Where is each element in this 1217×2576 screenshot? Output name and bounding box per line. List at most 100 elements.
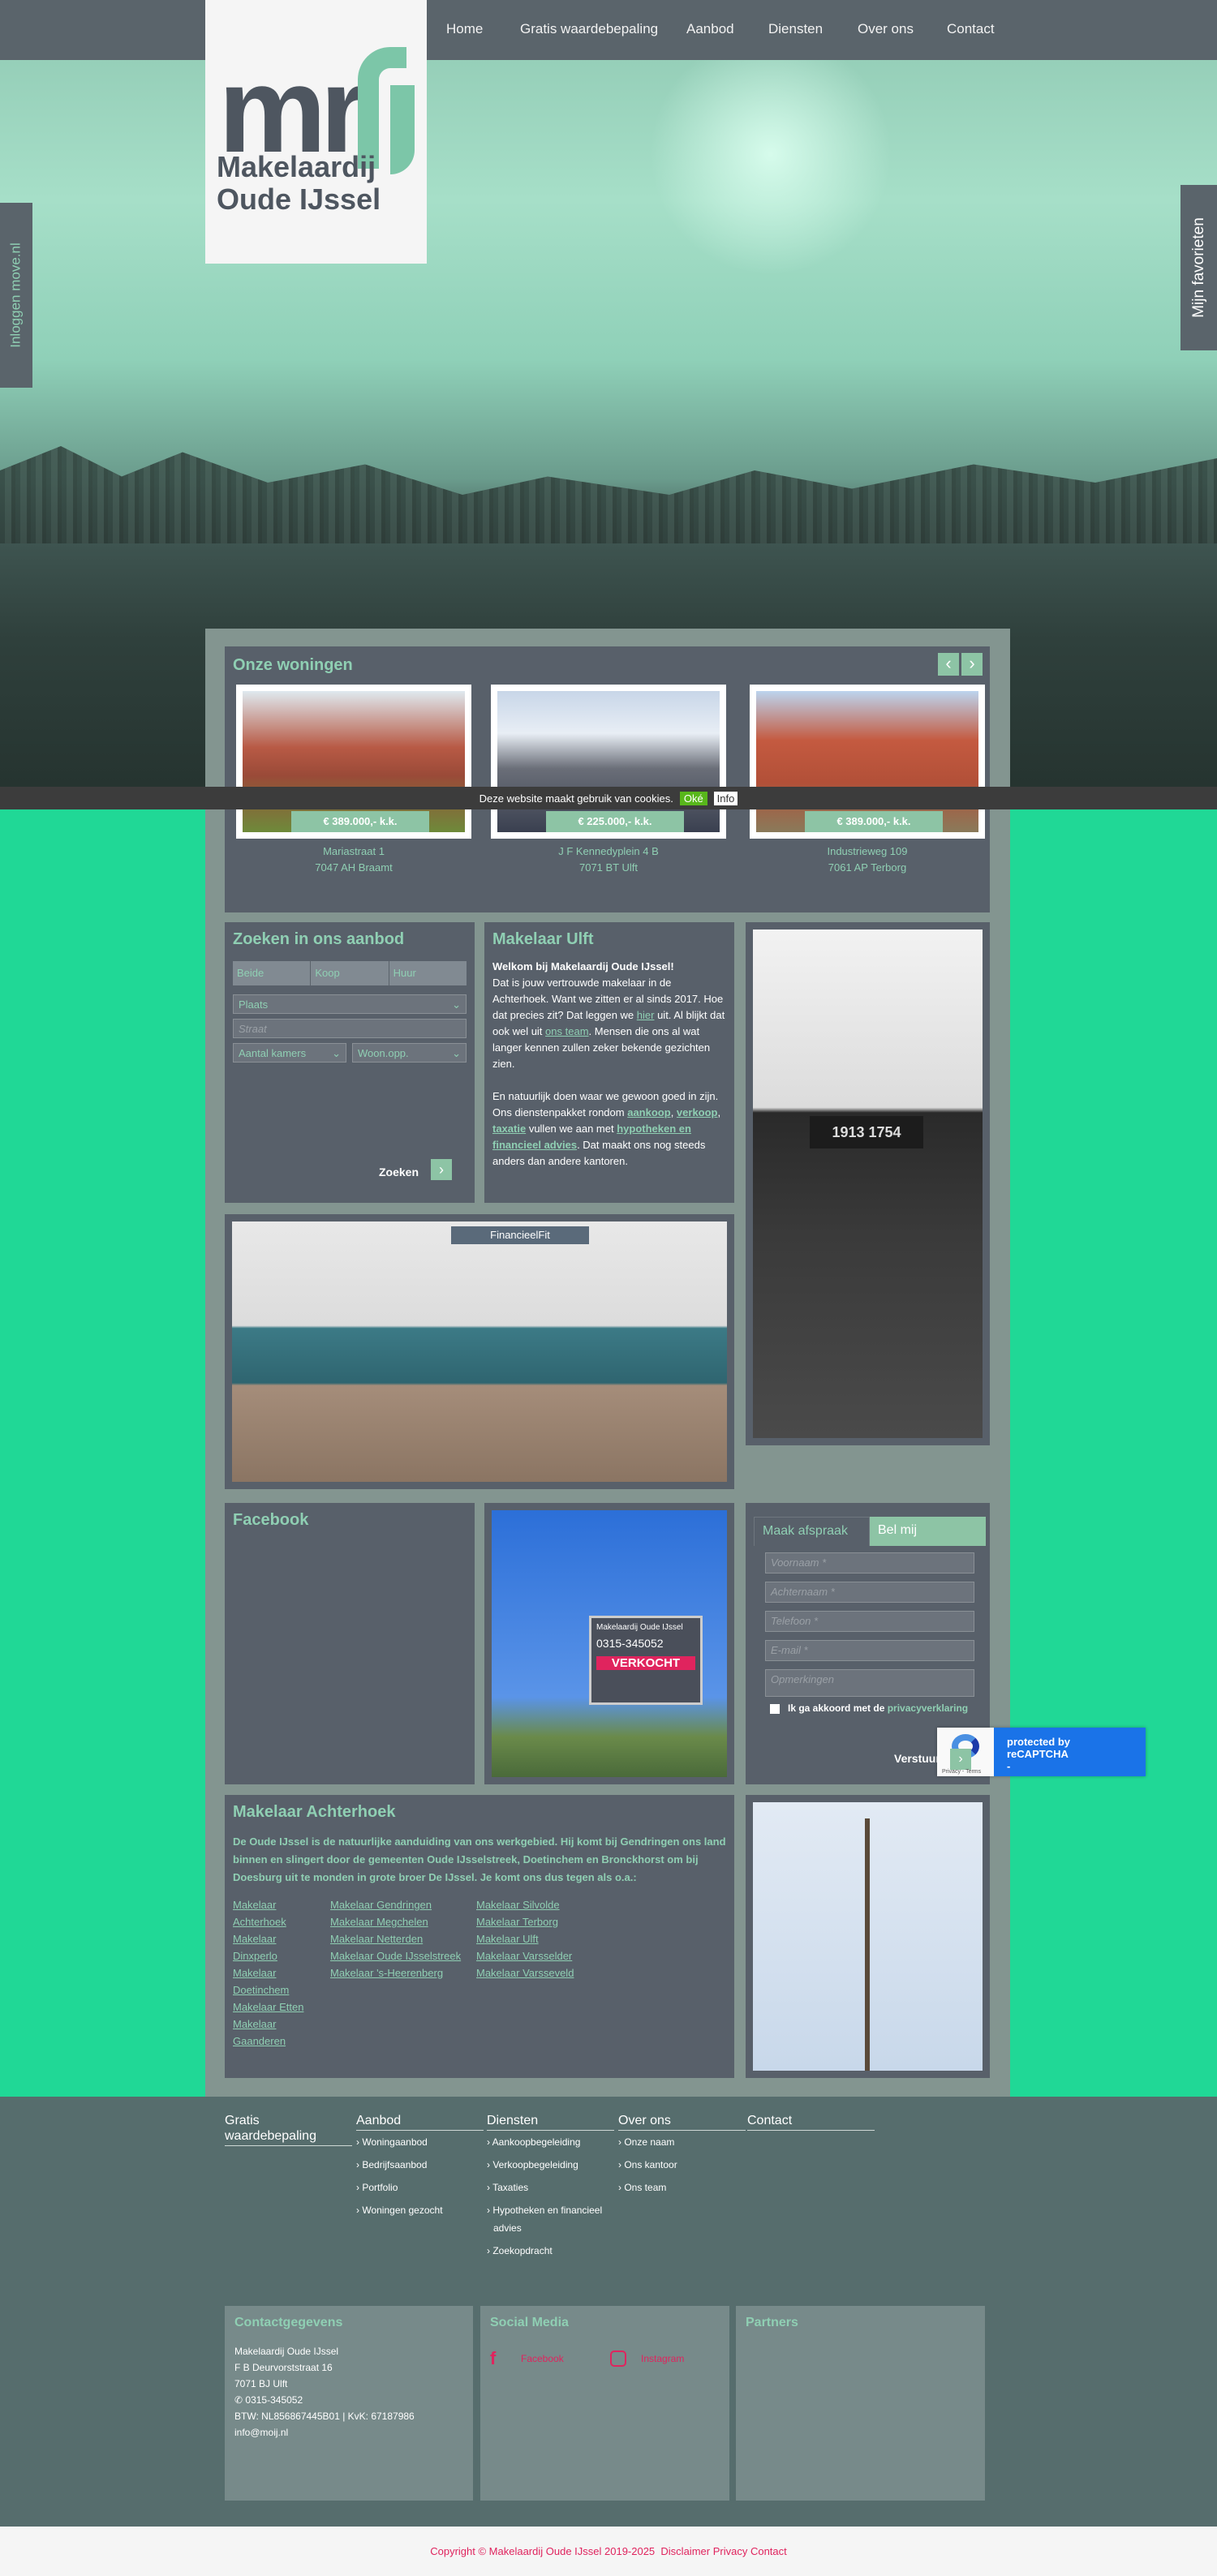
tab-koop[interactable]: Koop bbox=[311, 961, 389, 985]
city-link[interactable]: Makelaar Etten bbox=[233, 1999, 317, 2016]
login-move-tab[interactable]: Inloggen move.nl bbox=[0, 203, 32, 388]
logo[interactable]: mr Makelaardij Oude IJssel bbox=[205, 0, 427, 264]
submit-arrow-icon[interactable]: › bbox=[950, 1749, 971, 1770]
link-taxatie[interactable]: taxatie bbox=[492, 1123, 526, 1135]
city-link[interactable]: Makelaar Achterhoek bbox=[233, 1896, 317, 1930]
nav-diensten[interactable]: Diensten bbox=[768, 21, 823, 37]
city-link[interactable]: Makelaar Dinxperlo bbox=[233, 1930, 317, 1964]
opmerkingen-textarea[interactable]: Opmerkingen bbox=[765, 1669, 974, 1697]
recaptcha-privacy[interactable]: Privacy bbox=[942, 1769, 961, 1775]
recaptcha-badge[interactable]: › Privacy - Terms protected by reCAPTCHA… bbox=[937, 1728, 1146, 1776]
cookie-ok-button[interactable]: Oké bbox=[679, 791, 707, 805]
footer-heading[interactable]: Aanbod bbox=[356, 2113, 484, 2131]
favorites-tab[interactable]: Mijn favorieten bbox=[1180, 185, 1217, 350]
link-aankoop[interactable]: aankoop bbox=[627, 1106, 670, 1118]
privacy-link[interactable]: privacyverklaring bbox=[888, 1702, 968, 1714]
facebook-title: Facebook bbox=[233, 1511, 309, 1529]
footer-link[interactable]: › Aankoopbegeleiding bbox=[487, 2131, 614, 2153]
zoeken-label[interactable]: Zoeken bbox=[379, 1166, 419, 1179]
city-link[interactable]: Makelaar Ulft bbox=[476, 1930, 574, 1947]
link-hier[interactable]: hier bbox=[637, 1009, 655, 1021]
search-title: Zoeken in ons aanbod bbox=[233, 930, 405, 948]
link-verkoop[interactable]: verkoop bbox=[677, 1106, 718, 1118]
footer-link[interactable]: › Verkoopbegeleiding bbox=[487, 2153, 614, 2176]
footer-link[interactable]: › Woningen gezocht bbox=[356, 2199, 484, 2222]
plaats-select[interactable]: Plaats ⌄ bbox=[233, 994, 467, 1014]
contact-link[interactable]: Contact bbox=[750, 2545, 787, 2557]
property-address-3[interactable]: Industrieweg 109 7061 AP Terborg bbox=[750, 844, 985, 876]
recaptcha-terms[interactable]: Terms bbox=[965, 1769, 981, 1775]
instagram-link[interactable]: Instagram bbox=[641, 2353, 684, 2364]
chevron-down-icon: ⌄ bbox=[452, 1047, 461, 1059]
city-link[interactable]: Makelaar Oude IJsselstreek bbox=[330, 1947, 463, 1964]
footer-link[interactable]: › Bedrijfsaanbod bbox=[356, 2153, 484, 2176]
footer-link[interactable]: › Onze naam bbox=[618, 2131, 746, 2153]
property-address-2[interactable]: J F Kennedyplein 4 B 7071 BT Ulft bbox=[491, 844, 726, 876]
nav-contact[interactable]: Contact bbox=[947, 21, 995, 37]
prev-button[interactable]: ‹ bbox=[938, 653, 959, 676]
verstuur-button[interactable]: Verstuur bbox=[894, 1752, 940, 1765]
instagram-icon[interactable] bbox=[610, 2351, 626, 2367]
disclaimer-link[interactable]: Disclaimer bbox=[660, 2545, 710, 2557]
footer-heading[interactable]: Over ons bbox=[618, 2113, 746, 2131]
nav-over-ons[interactable]: Over ons bbox=[858, 21, 914, 37]
footer-link[interactable]: › Hypotheken en financieel advies bbox=[487, 2199, 614, 2239]
city-link[interactable]: Makelaar Terborg bbox=[476, 1913, 574, 1930]
opp-select[interactable]: Woon.opp. ⌄ bbox=[352, 1043, 467, 1063]
property-card-1[interactable]: € 389.000,- k.k. bbox=[236, 685, 471, 839]
email-link[interactable]: info@moij.nl bbox=[234, 2424, 463, 2441]
city-link[interactable]: Makelaar Gendringen bbox=[330, 1896, 463, 1913]
city-link[interactable]: Makelaar Varsselder bbox=[476, 1947, 574, 1964]
straat-input[interactable]: Straat bbox=[233, 1019, 467, 1038]
achternaam-input[interactable]: Achternaam * bbox=[765, 1582, 974, 1603]
privacy-checkbox[interactable] bbox=[770, 1704, 780, 1714]
city-link[interactable]: Makelaar Gaanderen bbox=[233, 2016, 317, 2050]
kamers-select[interactable]: Aantal kamers ⌄ bbox=[233, 1043, 346, 1063]
footer-link[interactable]: › Ons team bbox=[618, 2176, 746, 2199]
city-link[interactable]: Makelaar Netterden bbox=[330, 1930, 463, 1947]
footer-link[interactable]: › Zoekopdracht bbox=[487, 2239, 614, 2262]
phone-row[interactable]: ✆ 0315-345052 bbox=[234, 2392, 463, 2408]
nav-aanbod[interactable]: Aanbod bbox=[686, 21, 734, 37]
footer-link[interactable]: › Ons kantoor bbox=[618, 2153, 746, 2176]
office-bike-image: FinancieelFit bbox=[232, 1221, 727, 1482]
footer-heading[interactable]: Gratis waardebepaling bbox=[225, 2113, 352, 2146]
city-link[interactable]: Makelaar Doetinchem bbox=[233, 1964, 317, 1999]
tab-maak-afspraak[interactable]: Maak afspraak bbox=[754, 1517, 870, 1546]
footer-link[interactable]: › Woningaanbod bbox=[356, 2131, 484, 2153]
property-address-1[interactable]: Mariastraat 1 7047 AH Braamt bbox=[236, 844, 471, 876]
property-card-3[interactable]: € 389.000,- k.k. bbox=[750, 685, 985, 839]
cookie-info-button[interactable]: Info bbox=[713, 791, 738, 805]
email-input[interactable]: E-mail * bbox=[765, 1640, 974, 1661]
voornaam-input[interactable]: Voornaam * bbox=[765, 1552, 974, 1574]
label: Aankoopbegeleiding bbox=[492, 2136, 581, 2148]
footer-link[interactable]: › Portfolio bbox=[356, 2176, 484, 2199]
tab-bel-mij[interactable]: Bel mij bbox=[870, 1517, 986, 1546]
footer-heading[interactable]: Contact bbox=[747, 2113, 875, 2131]
link-team[interactable]: ons team bbox=[545, 1025, 588, 1037]
facebook-link[interactable]: Facebook bbox=[521, 2353, 610, 2364]
city-link[interactable]: Makelaar Megchelen bbox=[330, 1913, 463, 1930]
next-button[interactable]: › bbox=[961, 653, 983, 676]
label: Bedrijfsaanbod bbox=[362, 2159, 428, 2170]
welcome-heading: Welkom bij Makelaardij Oude IJssel! bbox=[492, 960, 674, 972]
tab-huur[interactable]: Huur bbox=[389, 961, 467, 985]
city-link[interactable]: Makelaar Varsseveld bbox=[476, 1964, 574, 1981]
nav-waardebepaling[interactable]: Gratis waardebepaling bbox=[520, 21, 658, 37]
facebook-icon[interactable]: f bbox=[490, 2348, 521, 2369]
footer-link[interactable]: › Taxaties bbox=[487, 2176, 614, 2199]
phone: 0315-345052 bbox=[245, 2394, 303, 2406]
footer-heading[interactable]: Diensten bbox=[487, 2113, 614, 2131]
price-label: € 225.000,- k.k. bbox=[546, 811, 684, 832]
property-card-2[interactable]: € 225.000,- k.k. bbox=[491, 685, 726, 839]
tab-beide[interactable]: Beide bbox=[233, 961, 312, 985]
partners-title: Partners bbox=[746, 2316, 798, 2329]
price-label: € 389.000,- k.k. bbox=[291, 811, 429, 832]
text: vullen we aan met bbox=[526, 1123, 617, 1135]
city-link[interactable]: Makelaar Silvolde bbox=[476, 1896, 574, 1913]
privacy-link[interactable]: Privacy bbox=[713, 2545, 748, 2557]
city-link[interactable]: Makelaar 's-Heerenberg bbox=[330, 1964, 463, 1981]
nav-home[interactable]: Home bbox=[446, 21, 483, 37]
telefoon-input[interactable]: Telefoon * bbox=[765, 1611, 974, 1632]
search-submit-arrow-icon[interactable]: › bbox=[431, 1159, 452, 1180]
